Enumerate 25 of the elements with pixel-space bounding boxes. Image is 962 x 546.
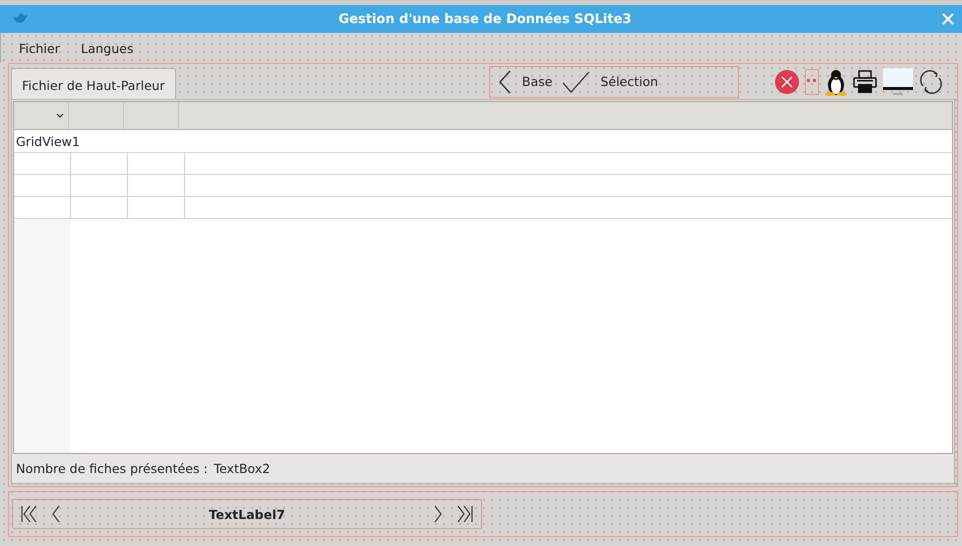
previous-icon[interactable] [51, 505, 61, 523]
window-title: Gestion d'une base de Données SQLite3 [338, 12, 632, 26]
refresh-icon[interactable] [919, 70, 943, 94]
menu-item[interactable]: Langues [80, 40, 134, 56]
next-icon[interactable] [433, 505, 443, 523]
first-icon[interactable] [21, 505, 37, 523]
dots-icon[interactable] [805, 68, 819, 94]
last-icon[interactable] [457, 505, 473, 523]
bird-icon [12, 12, 28, 26]
penguin-icon[interactable] [825, 68, 847, 96]
printer-icon[interactable] [853, 70, 877, 94]
count-label: Nombre de fiches présentées : [16, 460, 208, 476]
grid-caption: GridView1 [16, 134, 80, 148]
delete-icon[interactable] [775, 70, 799, 94]
checkmark-icon[interactable] [562, 70, 590, 92]
count-value: TextBox2 [214, 460, 270, 476]
record-label: TextLabel7 [208, 506, 286, 522]
chevron-left-icon[interactable] [498, 70, 512, 94]
menu-item[interactable]: Fichier [19, 40, 60, 56]
monitor-icon[interactable] [883, 68, 913, 96]
toolbar-button[interactable]: Sélection [600, 74, 658, 89]
chevron-down-icon[interactable] [56, 113, 64, 118]
toolbar-button[interactable]: Base [522, 74, 552, 89]
tab[interactable]: Fichier de Haut-Parleur [11, 68, 176, 99]
close-icon[interactable] [942, 13, 954, 25]
